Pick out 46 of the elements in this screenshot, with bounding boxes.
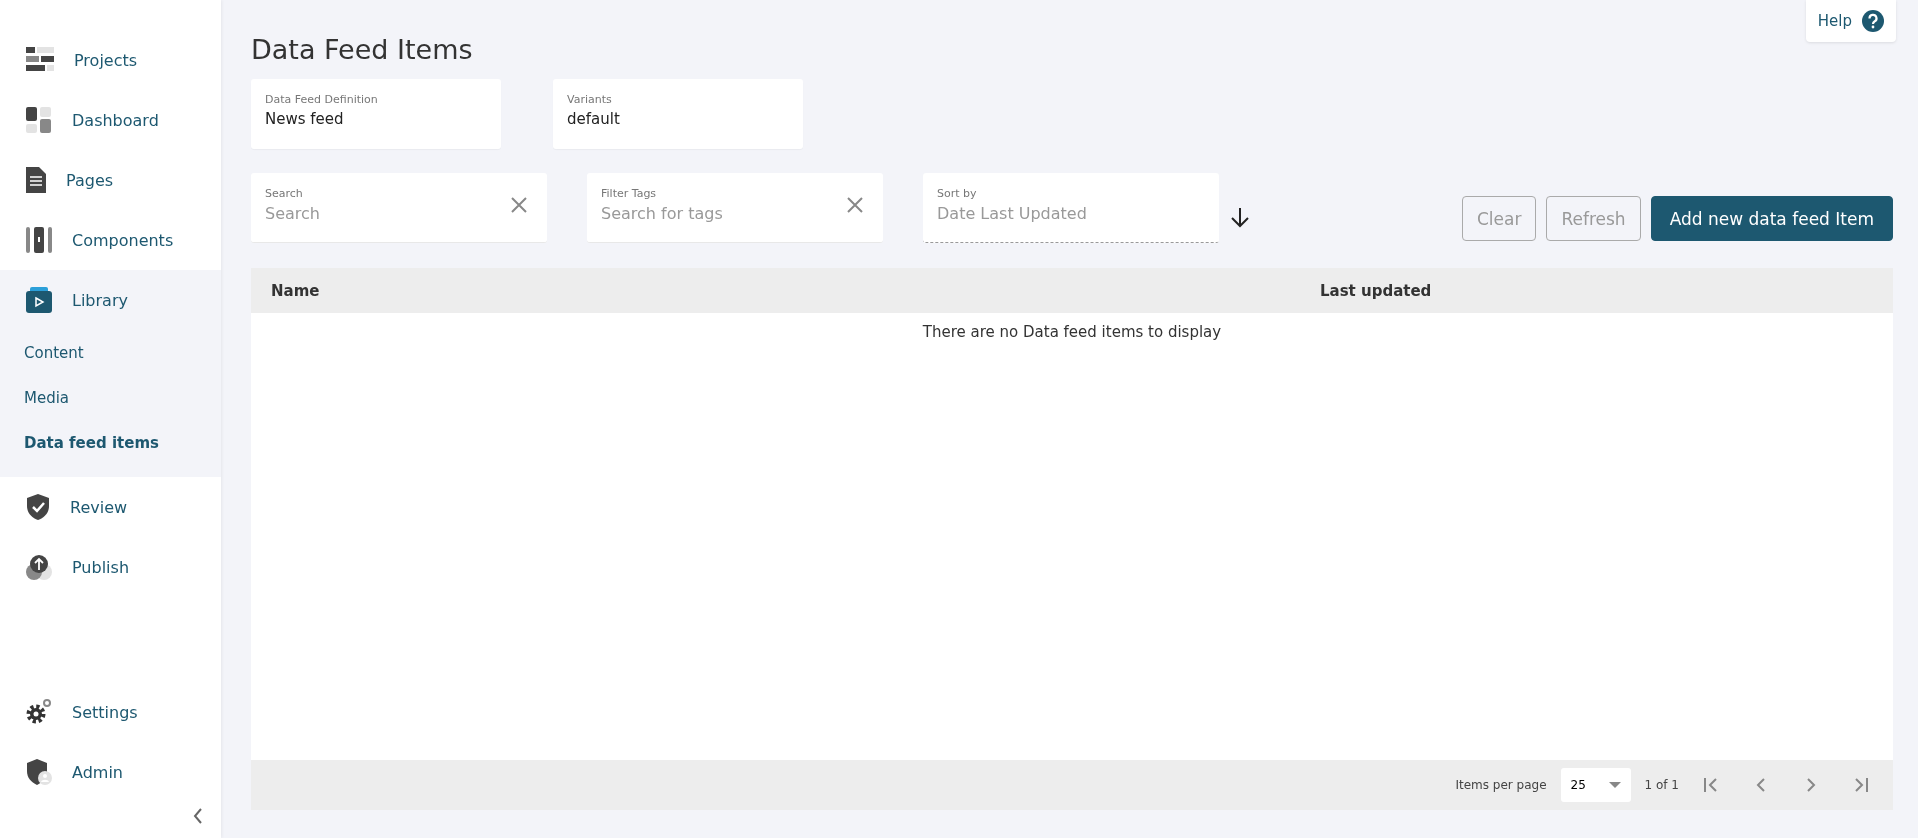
action-button[interactable]: Add new data feed Item [1650, 196, 1893, 241]
items-per-page-select[interactable]: 25 [1560, 768, 1631, 802]
column-header[interactable]: Name [271, 281, 1320, 300]
shield-user-icon [26, 759, 52, 785]
nav-item[interactable]: Projects [0, 30, 221, 90]
nav-subitem[interactable]: Content [0, 330, 221, 375]
nav-item[interactable]: Settings [0, 682, 221, 742]
field-label: Filter Tags [601, 187, 658, 200]
nav-item[interactable]: Review [0, 477, 221, 537]
nav-subitem[interactable]: Data feed items [0, 420, 221, 465]
column-header[interactable]: Last updated [1320, 281, 1893, 300]
search-field[interactable]: Search for tags [601, 204, 847, 223]
nav-item[interactable]: Pages [0, 150, 221, 210]
library-icon [26, 287, 52, 313]
page-title: Data Feed Items [251, 34, 474, 65]
clear-icon[interactable] [847, 197, 863, 213]
items-per-page-label: Items per page [1455, 778, 1547, 792]
document-icon [26, 167, 46, 193]
nav-item[interactable]: Dashboard [0, 90, 221, 150]
last-page-icon [1853, 777, 1869, 793]
help-button[interactable]: Help [1805, 0, 1896, 42]
page-info: 1 of 1 [1644, 778, 1679, 792]
nav-item[interactable]: Admin [0, 742, 221, 802]
nav-item[interactable]: Library [0, 270, 221, 330]
shield-check-icon [26, 494, 50, 520]
nav-item[interactable]: Publish [0, 537, 221, 597]
upload-circles-icon [26, 554, 52, 580]
dropdown-caret-icon [1608, 782, 1621, 788]
columns-icon [26, 227, 52, 253]
blocks-icon [26, 47, 54, 73]
nav-item[interactable]: Components [0, 210, 221, 270]
field-label: Search [265, 187, 304, 200]
first-page-icon [1703, 777, 1719, 793]
field-label: Sort by [937, 187, 978, 200]
sort-field[interactable]: Date Last Updated [937, 204, 1205, 223]
arrow-down-icon[interactable] [1231, 208, 1249, 228]
empty-message: There are no Data feed items to display [922, 323, 1222, 343]
help-icon [1862, 10, 1884, 32]
selector-field[interactable]: Variants default [553, 79, 803, 149]
clear-icon[interactable] [511, 197, 527, 213]
gear-icon [26, 699, 52, 725]
dashboard-icon [26, 107, 52, 133]
selector-field[interactable]: Data Feed Definition News feed [251, 79, 501, 149]
search-field[interactable]: Search [265, 204, 511, 223]
nav-subitem[interactable]: Media [0, 375, 221, 420]
collapse-chevron-icon[interactable] [193, 808, 203, 824]
